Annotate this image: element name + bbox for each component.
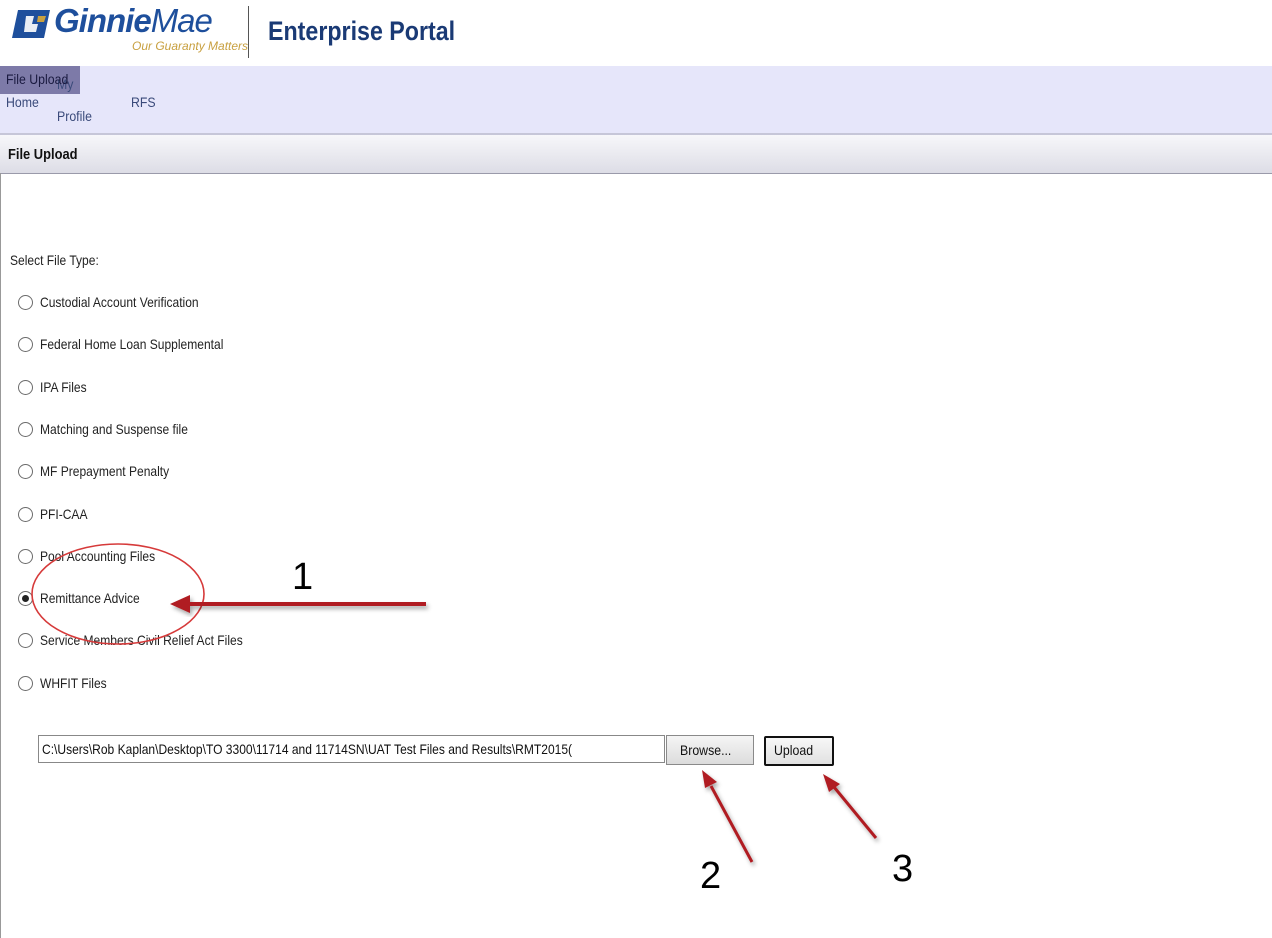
logo-wordmark: GinnieMae (54, 2, 213, 39)
radio-label: IPA Files (40, 379, 87, 395)
radio-button[interactable] (18, 464, 33, 479)
section-title: File Upload (8, 146, 78, 163)
radio-button[interactable] (18, 422, 33, 437)
radio-label: Federal Home Loan Supplemental (40, 336, 224, 352)
portal-title: Enterprise Portal (268, 16, 456, 46)
radio-label: PFI-CAA (40, 506, 88, 522)
radio-button[interactable] (18, 633, 33, 648)
radio-button[interactable] (18, 549, 33, 564)
radio-label: Service Members Civil Relief Act Files (40, 632, 243, 648)
radio-label: Pool Accounting Files (40, 548, 156, 564)
file-path-input[interactable]: C:\Users\Rob Kaplan\Desktop\TO 3300\1171… (38, 735, 665, 763)
step-3-label: 3 (892, 848, 914, 890)
radio-label: WHFIT Files (40, 675, 107, 691)
radio-button[interactable] (18, 337, 33, 352)
section-header: File Upload (0, 135, 1272, 174)
radio-label: Matching and Suspense file (40, 421, 188, 437)
select-file-type-label: Select File Type: (10, 252, 99, 268)
file-path-value: C:\Users\Rob Kaplan\Desktop\TO 3300\1171… (42, 741, 573, 757)
radio-label: Remittance Advice (40, 590, 140, 606)
nav-my-profile-line2[interactable]: Profile (57, 108, 92, 124)
radio-button[interactable] (18, 380, 33, 395)
radio-button[interactable] (18, 295, 33, 310)
step-1-label: 1 (292, 556, 314, 598)
radio-button[interactable] (18, 591, 33, 606)
ginnie-mae-logo[interactable]: GinnieMae Our Guaranty Matters (8, 2, 248, 56)
arrow-2-icon (702, 770, 754, 863)
radio-label: MF Prepayment Penalty (40, 463, 170, 479)
browse-button[interactable]: Browse... (666, 735, 754, 765)
content-left-border (0, 173, 1, 938)
page-header: GinnieMae Our Guaranty Matters Enterpris… (0, 0, 1272, 66)
nav-file-upload-label: File Upload (6, 71, 69, 87)
logo-tagline: Our Guaranty Matters (132, 39, 249, 53)
header-divider (248, 6, 249, 58)
step-2-label: 2 (700, 855, 722, 897)
upload-button-label: Upload (774, 742, 814, 758)
upload-button[interactable]: Upload (764, 736, 834, 766)
main-nav: Home My Profile RFS File Upload (0, 66, 1272, 135)
ginnie-mae-logo-mark-icon (12, 10, 50, 38)
radio-button[interactable] (18, 676, 33, 691)
radio-label: Custodial Account Verification (40, 294, 199, 310)
arrow-3-icon (823, 774, 878, 839)
nav-home[interactable]: Home (6, 94, 39, 110)
radio-button[interactable] (18, 507, 33, 522)
browse-button-label: Browse... (680, 742, 732, 758)
nav-rfs[interactable]: RFS (131, 94, 156, 110)
